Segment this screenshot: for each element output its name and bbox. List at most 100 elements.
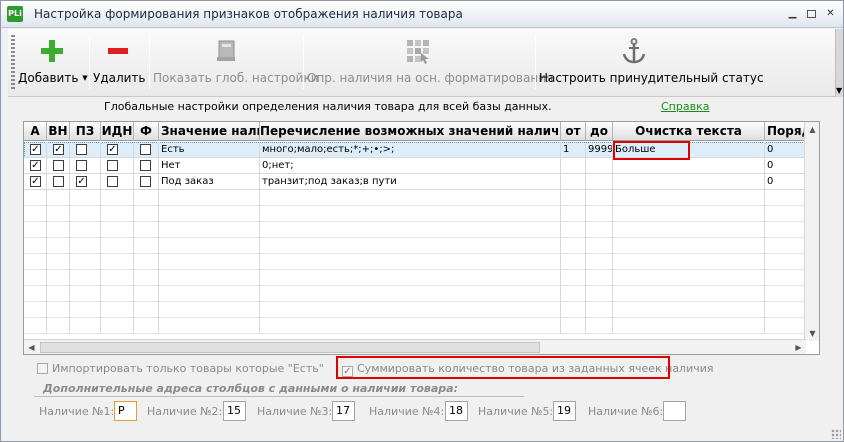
cell-a[interactable]: ✓ (24, 174, 47, 190)
cell-idn[interactable] (101, 318, 134, 334)
cell-from[interactable] (561, 318, 586, 334)
cell-a[interactable] (24, 286, 47, 302)
cell-clean[interactable] (613, 254, 765, 270)
cell-vn[interactable] (47, 190, 70, 206)
cell-enum[interactable] (260, 190, 561, 206)
checkbox-a[interactable]: ✓ (30, 176, 41, 187)
col-header-f[interactable]: Ф (134, 122, 159, 141)
cell-clean[interactable] (613, 222, 765, 238)
availability-4-input[interactable]: 18 (445, 401, 468, 421)
cell-from[interactable] (561, 286, 586, 302)
cell-vn[interactable] (47, 158, 70, 174)
close-icon[interactable]: ✕ (825, 9, 836, 20)
cell-order[interactable]: 0 (765, 142, 806, 158)
cell-vn[interactable]: ✓ (47, 142, 70, 158)
availability-1-input[interactable]: P (114, 401, 137, 421)
cell-idn[interactable] (101, 286, 134, 302)
cell-value[interactable] (159, 302, 260, 318)
cell-from[interactable]: 1 (561, 142, 586, 158)
cell-idn[interactable] (101, 206, 134, 222)
cell-to[interactable] (586, 238, 613, 254)
cell-clean[interactable] (613, 286, 765, 302)
col-header-a[interactable]: А (24, 122, 47, 141)
cell-pz[interactable] (70, 190, 101, 206)
cell-f[interactable] (134, 158, 159, 174)
cell-value[interactable] (159, 254, 260, 270)
cell-vn[interactable] (47, 222, 70, 238)
cell-pz[interactable]: ✓ (70, 174, 101, 190)
cell-vn[interactable] (47, 270, 70, 286)
cell-a[interactable] (24, 318, 47, 334)
cell-clean[interactable] (613, 190, 765, 206)
scroll-left-icon[interactable]: ◀ (25, 341, 38, 354)
checkbox-idn[interactable]: ✓ (107, 144, 118, 155)
cell-order[interactable] (765, 302, 806, 318)
cell-vn[interactable] (47, 254, 70, 270)
cell-value[interactable] (159, 286, 260, 302)
cell-clean[interactable] (613, 238, 765, 254)
cell-to[interactable] (586, 318, 613, 334)
show-global-settings-button[interactable]: Показать глоб. настройки (153, 33, 319, 93)
cell-vn[interactable] (47, 206, 70, 222)
cell-order[interactable] (765, 222, 806, 238)
cell-vn[interactable] (47, 238, 70, 254)
availability-3-input[interactable]: 17 (332, 401, 355, 421)
cell-clean[interactable] (613, 158, 765, 174)
cell-to[interactable] (586, 302, 613, 318)
cell-f[interactable] (134, 254, 159, 270)
cell-pz[interactable] (70, 238, 101, 254)
cell-enum[interactable] (260, 286, 561, 302)
force-status-button[interactable]: Настроить принудительный статус (539, 33, 764, 93)
checkbox-idn[interactable] (107, 160, 118, 171)
delete-button[interactable]: Удалить (93, 33, 146, 93)
col-header-order[interactable]: Поряд (765, 122, 806, 141)
cell-enum[interactable] (260, 270, 561, 286)
cell-enum[interactable] (260, 254, 561, 270)
cell-value[interactable]: Под заказ (159, 174, 260, 190)
cell-to[interactable] (586, 222, 613, 238)
cell-value[interactable] (159, 318, 260, 334)
cell-from[interactable] (561, 158, 586, 174)
cell-idn[interactable]: ✓ (101, 142, 134, 158)
checkbox-vn[interactable] (53, 160, 64, 171)
cell-order[interactable] (765, 318, 806, 334)
cell-order[interactable] (765, 286, 806, 302)
cell-enum[interactable] (260, 206, 561, 222)
cell-order[interactable] (765, 238, 806, 254)
checkbox-a[interactable]: ✓ (30, 144, 41, 155)
empty-table-row[interactable] (24, 270, 819, 286)
cell-clean[interactable] (613, 302, 765, 318)
empty-table-row[interactable] (24, 190, 819, 206)
cell-clean[interactable] (613, 270, 765, 286)
scroll-down-icon[interactable]: ▼ (806, 327, 819, 340)
cell-to[interactable] (586, 254, 613, 270)
cell-a[interactable] (24, 206, 47, 222)
cell-order[interactable] (765, 206, 806, 222)
cell-f[interactable] (134, 270, 159, 286)
empty-table-row[interactable] (24, 222, 819, 238)
cell-a[interactable] (24, 254, 47, 270)
checkbox-f[interactable] (140, 160, 151, 171)
cell-value[interactable]: Нет (159, 158, 260, 174)
cell-value[interactable] (159, 238, 260, 254)
import-only-checkbox[interactable] (37, 363, 48, 374)
cell-a[interactable]: ✓ (24, 158, 47, 174)
cell-from[interactable] (561, 238, 586, 254)
cell-vn[interactable] (47, 318, 70, 334)
cell-from[interactable] (561, 206, 586, 222)
availability-5-input[interactable]: 19 (553, 401, 576, 421)
cell-value[interactable] (159, 222, 260, 238)
cell-enum[interactable] (260, 318, 561, 334)
cell-idn[interactable] (101, 270, 134, 286)
checkbox-f[interactable] (140, 176, 151, 187)
cell-value[interactable]: Есть (159, 142, 260, 158)
scroll-right-icon[interactable]: ▶ (792, 341, 805, 354)
help-link[interactable]: Справка (661, 100, 709, 113)
restore-icon[interactable] (807, 10, 816, 18)
table-row[interactable]: ✓ ✓ ✓ Есть много;мало;есть;*;+;•;>; 1 9999 Боль… (24, 142, 819, 158)
cell-f[interactable] (134, 190, 159, 206)
cell-enum[interactable]: транзит;под заказ;в пути (260, 174, 561, 190)
import-only-option[interactable]: Импортировать только товары которые "Ест… (37, 362, 324, 375)
toolbar-overflow[interactable]: ▼ (835, 29, 843, 97)
minimize-icon[interactable]: ▁ (787, 9, 798, 20)
